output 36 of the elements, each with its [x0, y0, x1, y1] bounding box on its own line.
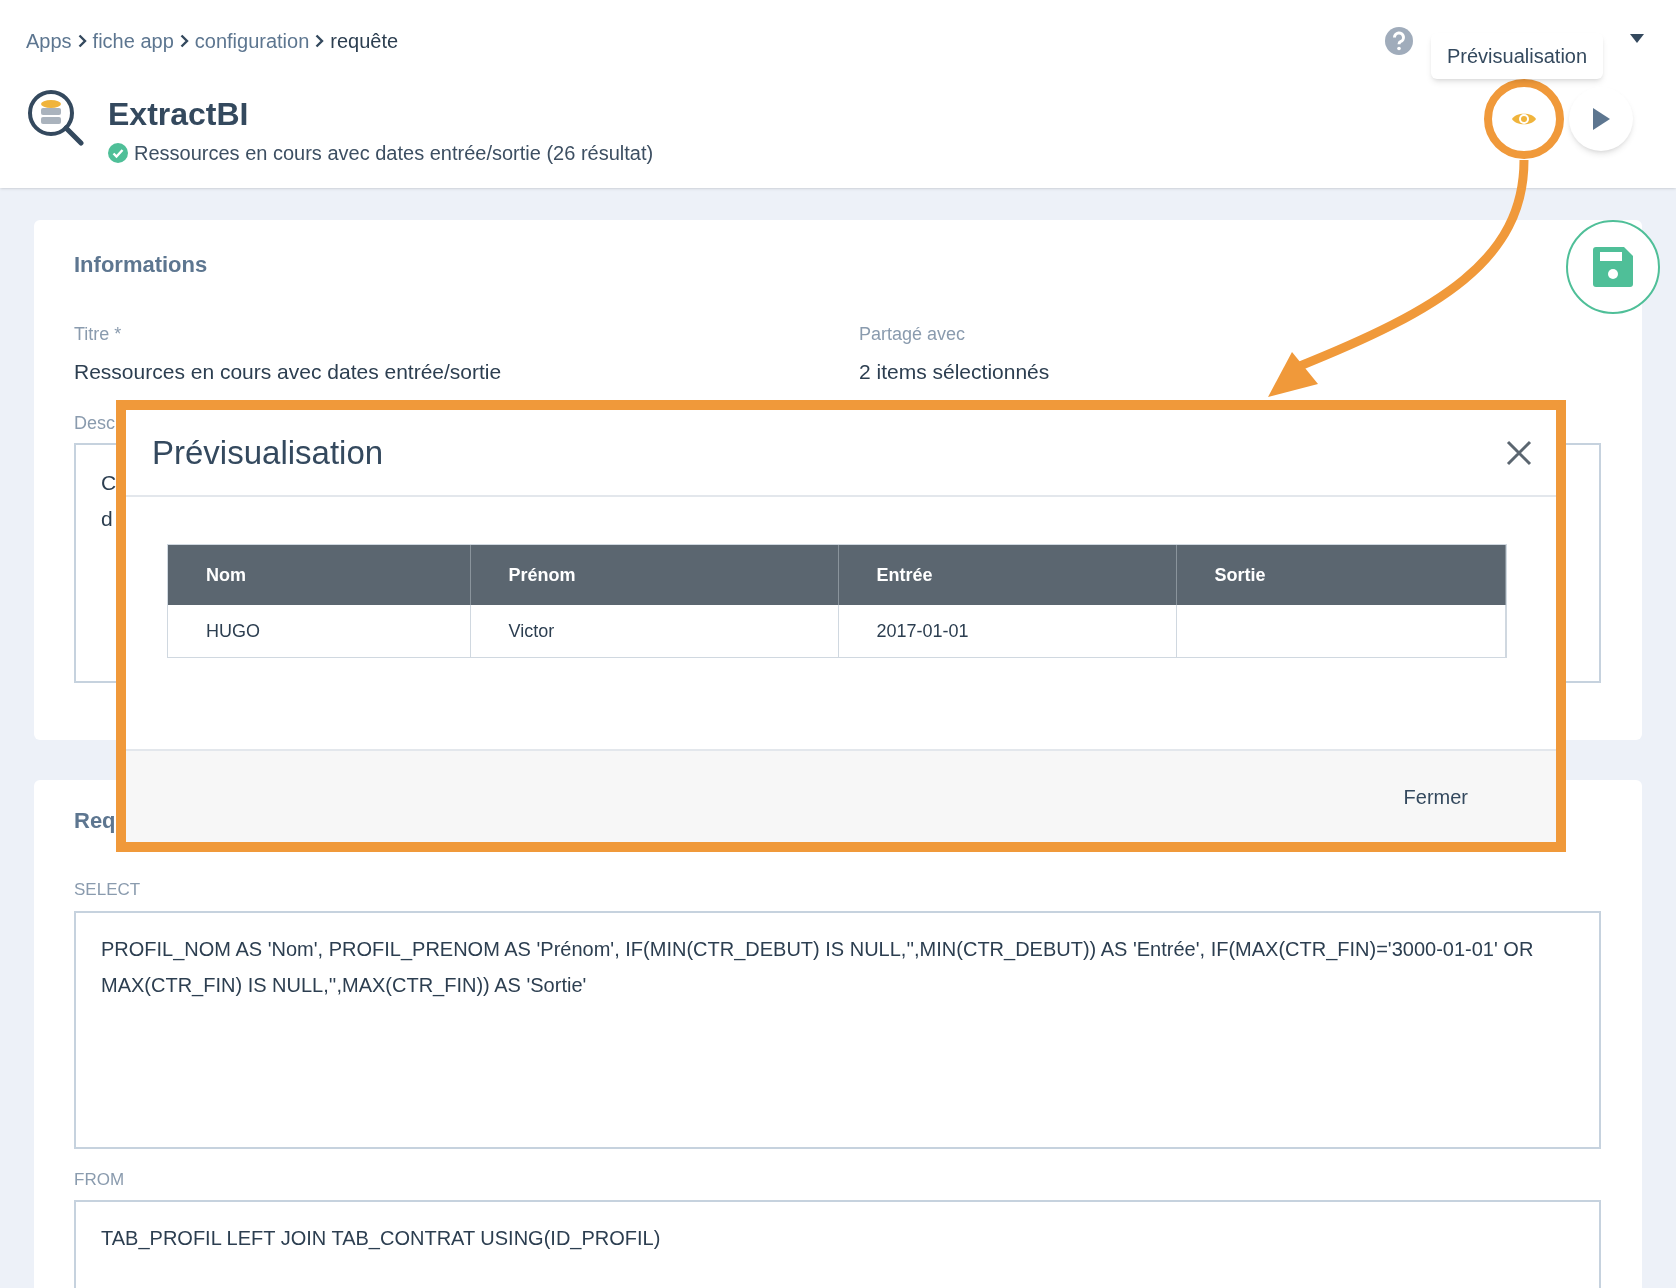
- run-button[interactable]: [1569, 87, 1633, 151]
- database-search-icon: [26, 88, 84, 146]
- field-label: FROM: [74, 1168, 126, 1191]
- query-field[interactable]: TAB_PROFIL LEFT JOIN TAB_CONTRAT USING(ID_PROFIL): [74, 1200, 1601, 1288]
- section-heading: Informations: [74, 251, 209, 279]
- caret-down-icon[interactable]: [1630, 34, 1644, 43]
- field-value: 2 items sélectionnés: [859, 359, 1051, 385]
- breadcrumb-current: requête: [330, 29, 399, 54]
- query-field[interactable]: PROFIL_NOM AS 'Nom', PROFIL_PRENOM AS 'Prénom', IF(MIN(CTR_DEBUT) IS NULL,'',MIN(CTR_DEBUT)) AS 'Entrée', IF(MAX(CTR_FIN)='3000-01-01' OR MAX(CTR_FIN) IS NULL,'',MAX(CTR_FIN)) AS 'Sortie': [74, 910, 1601, 1149]
- table-cell: Victor: [470, 605, 838, 657]
- status-text: Ressources en cours avec dates entrée/sortie (26 résultat): [134, 141, 654, 166]
- description-text: C: [101, 470, 118, 495]
- breadcrumb-link[interactable]: fiche app: [92, 26, 174, 56]
- field-label: SELECT: [74, 879, 142, 901]
- field-label: Titre *: [74, 323, 123, 346]
- close-icon[interactable]: [1506, 439, 1532, 466]
- field-label: Desc: [74, 411, 116, 435]
- page-title: ExtractBI: [108, 95, 250, 134]
- check-circle-icon: [108, 143, 128, 163]
- dialog-title: Prévisualisation: [152, 432, 384, 473]
- field-label: Partagé avec: [859, 323, 967, 346]
- breadcrumb-link[interactable]: Apps: [26, 26, 72, 56]
- tooltip: Prévisualisation: [1431, 33, 1604, 79]
- chevron-right-icon: [179, 34, 189, 48]
- table-cell: HUGO: [168, 605, 470, 657]
- field-value: Ressources en cours avec dates entrée/sortie: [74, 359, 503, 385]
- breadcrumb-link[interactable]: configuration: [194, 26, 310, 56]
- query-text: TAB_PROFIL LEFT JOIN TAB_CONTRAT USING(ID_PROFIL): [101, 1226, 662, 1252]
- chevron-right-icon: [315, 34, 325, 48]
- section-heading: Req: [74, 807, 117, 835]
- query-text: PROFIL_NOM AS 'Nom', PROFIL_PRENOM AS 'Prénom', IF(MIN(CTR_DEBUT) IS NULL,'',MIN(CTR_DEBUT)) AS 'Entrée', IF(MAX(CTR_FIN)='3000-01-01' OR MAX(CTR_FIN) IS NULL,'',MAX(CTR_FIN)) AS 'Sortie': [101, 936, 1535, 999]
- description-text: d: [101, 506, 114, 531]
- close-button[interactable]: Fermer: [1395, 775, 1476, 818]
- chevron-right-icon: [77, 34, 87, 48]
- table-cell: 2017-01-01: [838, 605, 1176, 657]
- play-icon: [1591, 107, 1611, 131]
